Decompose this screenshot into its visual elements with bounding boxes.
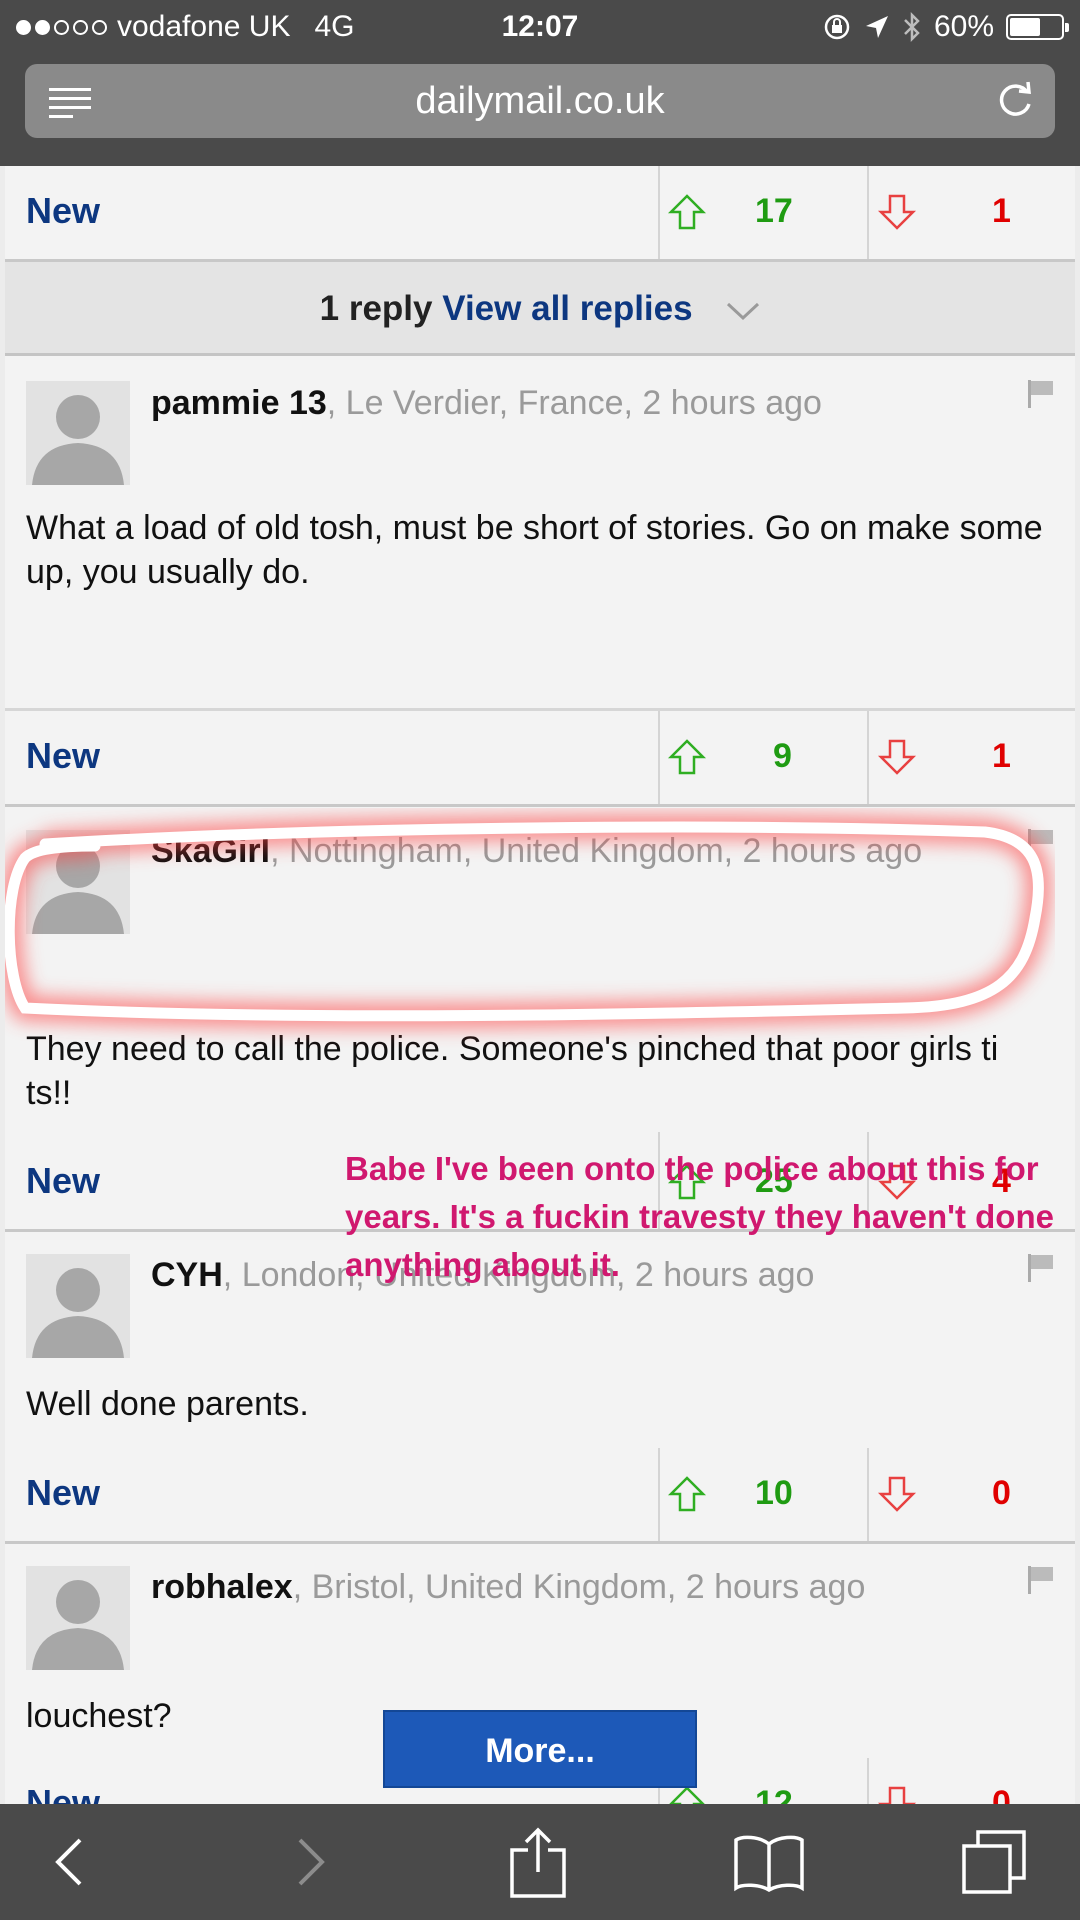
- battery-icon: [1006, 14, 1069, 40]
- replies-bar[interactable]: 1 reply View all replies: [5, 262, 1075, 356]
- downvote-arrow-icon[interactable]: [877, 1784, 917, 1804]
- bookmarks-icon[interactable]: [732, 1832, 806, 1892]
- avatar: [26, 1254, 130, 1358]
- back-icon[interactable]: [50, 1832, 90, 1892]
- url-text[interactable]: dailymail.co.uk: [25, 80, 1055, 123]
- downvote-count: 0: [992, 1784, 1011, 1804]
- rotation-lock-icon: [824, 14, 850, 40]
- bluetooth-icon: [904, 11, 920, 43]
- comment-location-time: , Le Verdier, France, 2 hours ago: [326, 384, 822, 422]
- downvote-count: 0: [992, 1474, 1011, 1512]
- upvote-count: 17: [755, 192, 793, 230]
- share-icon[interactable]: [508, 1826, 568, 1898]
- address-bar[interactable]: dailymail.co.uk: [25, 64, 1055, 138]
- avatar: [26, 381, 130, 485]
- new-label[interactable]: New: [26, 1160, 100, 1202]
- more-button[interactable]: More...: [383, 1710, 697, 1788]
- view-all-replies-link[interactable]: View all replies: [442, 289, 692, 328]
- upvote-count: 9: [773, 737, 792, 775]
- comment-location-time: , Bristol, United Kingdom, 2 hours ago: [292, 1568, 866, 1606]
- comment-author[interactable]: pammie 13: [151, 384, 327, 422]
- comment-text: What a load of old tosh, must be short o…: [26, 509, 1043, 591]
- reload-icon[interactable]: [993, 78, 1037, 122]
- new-label[interactable]: New: [26, 190, 100, 232]
- tabs-icon[interactable]: [960, 1828, 1030, 1898]
- forward-icon[interactable]: [290, 1832, 330, 1892]
- upvote-arrow-icon[interactable]: [667, 1474, 707, 1514]
- downvote-arrow-icon[interactable]: [877, 192, 917, 232]
- new-label[interactable]: New: [26, 1472, 100, 1514]
- comment-meta: robhalex, Bristol, United Kingdom, 2 hou…: [151, 1568, 865, 1607]
- vote-row: New 9 1: [5, 711, 1075, 807]
- flag-icon[interactable]: [1025, 378, 1055, 408]
- bottom-toolbar: [0, 1804, 1080, 1920]
- downvote-arrow-icon[interactable]: [877, 1474, 917, 1514]
- avatar: [26, 1566, 130, 1670]
- downvote-arrow-icon[interactable]: [877, 737, 917, 777]
- upvote-arrow-icon[interactable]: [667, 192, 707, 232]
- downvote-count: 1: [992, 737, 1011, 775]
- battery-percent: 60%: [933, 10, 994, 43]
- comment-item: pammie 13, Le Verdier, France, 2 hours a…: [5, 356, 1075, 711]
- browser-chrome: vodafone UK 4G 12:07 60% dailymail.co.uk: [0, 0, 1080, 166]
- comment-author[interactable]: robhalex: [151, 1568, 293, 1606]
- status-bar: vodafone UK 4G 12:07 60%: [0, 0, 1080, 54]
- upvote-count: 10: [755, 1474, 793, 1512]
- comment-text: Well done parents.: [26, 1385, 309, 1423]
- vote-row: New 17 1: [5, 166, 1075, 262]
- highlight-scribble: [5, 814, 1052, 1029]
- reply-count: 1 reply: [319, 289, 433, 328]
- annotation-text: Babe I've been onto the police about thi…: [345, 1150, 1054, 1283]
- comment-author[interactable]: CYH: [151, 1256, 223, 1294]
- new-label[interactable]: New: [26, 1782, 100, 1804]
- chevron-down-icon[interactable]: [726, 301, 760, 321]
- location-arrow-icon: [865, 16, 888, 38]
- new-label[interactable]: New: [26, 735, 100, 777]
- downvote-count: 1: [992, 192, 1011, 230]
- upvote-count: 12: [755, 1784, 793, 1804]
- vote-row: New 10 0: [5, 1448, 1075, 1544]
- upvote-arrow-icon[interactable]: [667, 737, 707, 777]
- flag-icon[interactable]: [1025, 1564, 1055, 1594]
- comment-meta: pammie 13, Le Verdier, France, 2 hours a…: [151, 384, 822, 423]
